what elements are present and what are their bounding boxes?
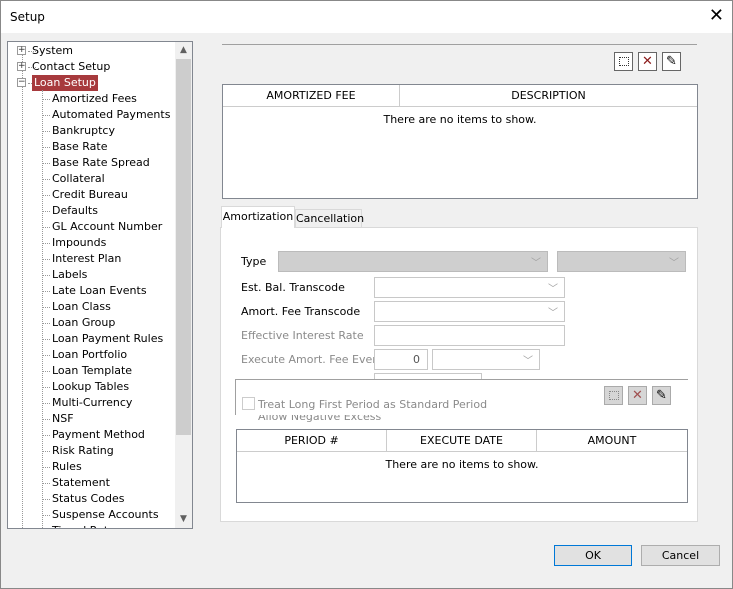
tree-item-label: Base Rate Spread [52, 156, 150, 169]
tree-item-label: Loan Portfolio [52, 348, 128, 361]
setup-dialog: Setup ✕ + System + Contact Setup − Loan Setup… [0, 0, 733, 589]
chevron-down-icon: ﹀ [523, 356, 533, 367]
tree-item-label: Statement [52, 476, 110, 489]
delete-icon: ✕ [632, 388, 643, 403]
execute-amort-fee-label: Execute Amort. Fee Every [241, 353, 384, 366]
tree-item-label: Tiered Rates [52, 523, 121, 528]
tree-item-label: Payment Method [52, 428, 145, 441]
scroll-thumb[interactable] [176, 59, 191, 435]
chevron-down-icon: ﹀ [531, 258, 541, 269]
new-icon [618, 57, 629, 66]
tree-item-label: Risk Rating [52, 444, 114, 457]
close-icon[interactable]: ✕ [709, 5, 724, 26]
new-period-button[interactable] [604, 386, 623, 405]
est-bal-transcode-label: Est. Bal. Transcode [241, 281, 345, 294]
column-header-amount[interactable]: AMOUNT [537, 430, 687, 452]
empty-message: There are no items to show. [385, 458, 539, 471]
chevron-down-icon: ﹀ [548, 284, 558, 295]
tab-cancellation[interactable]: Cancellation [295, 209, 364, 227]
tree-item-label: Base Rate [52, 140, 108, 153]
tree-item-label: Amortized Fees [52, 92, 137, 105]
column-header-description[interactable]: DESCRIPTION [400, 85, 697, 107]
edit-period-button[interactable]: ✎ [652, 386, 671, 405]
tree-item-label: Multi-Currency [52, 396, 133, 409]
scroll-up-icon[interactable]: ▲ [175, 42, 192, 59]
tree-item-label: Defaults [52, 204, 98, 217]
tab-amortization[interactable]: Amortization [221, 206, 295, 228]
type-sub-select[interactable]: ﹀ [557, 251, 686, 272]
amort-fee-transcode-label: Amort. Fee Transcode [241, 305, 361, 318]
tree-item-label: Labels [52, 268, 88, 281]
delete-period-button[interactable]: ✕ [628, 386, 647, 405]
chevron-down-icon: ﹀ [669, 258, 679, 269]
tree-item-label: NSF [52, 412, 74, 425]
edit-fee-button[interactable]: ✎ [662, 52, 681, 71]
edit-icon: ✎ [666, 54, 677, 69]
new-icon [608, 391, 619, 400]
window-title: Setup [10, 10, 45, 24]
effective-interest-rate-label: Effective Interest Rate [241, 329, 364, 342]
treat-long-checkbox[interactable] [242, 397, 255, 410]
title-bar: Setup ✕ [1, 1, 732, 33]
delete-icon: ✕ [642, 54, 653, 69]
tree-item-label: Impounds [52, 236, 107, 249]
tree-item-label: GL Account Number [52, 220, 163, 233]
execute-every-input[interactable]: 0 [374, 349, 428, 370]
treat-long-label: Treat Long First Period as Standard Peri… [258, 398, 488, 411]
column-header-execute-date[interactable]: EXECUTE DATE [387, 430, 537, 452]
tree-item-label: Automated Payments [52, 108, 171, 121]
cancel-button[interactable]: Cancel [641, 545, 720, 566]
tree-item-label: Loan Setup [32, 75, 98, 91]
type-label: Type [241, 255, 267, 268]
column-header-period[interactable]: PERIOD # [237, 430, 387, 452]
tree-item-label: Loan Template [52, 364, 133, 377]
delete-fee-button[interactable]: ✕ [638, 52, 657, 71]
empty-message: There are no items to show. [383, 113, 537, 126]
tree-item-label: Status Codes [52, 492, 125, 505]
amortized-fees-grid[interactable]: AMORTIZED FEE DESCRIPTION There are no i… [222, 84, 698, 199]
amort-fee-transcode-select[interactable]: ﹀ [374, 301, 565, 322]
chevron-down-icon: ﹀ [548, 308, 558, 319]
tree-item-label: Late Loan Events [52, 284, 147, 297]
est-bal-transcode-select[interactable]: ﹀ [374, 277, 565, 298]
tree-item-label: Collateral [52, 172, 105, 185]
tree-item-label: Bankruptcy [52, 124, 115, 137]
allow-negative-row: Allow Negative Excess [241, 415, 441, 427]
allow-negative-label: Allow Negative Excess [258, 415, 382, 423]
tree-item-label: Credit Bureau [52, 188, 128, 201]
column-header-amortized-fee[interactable]: AMORTIZED FEE [223, 85, 400, 107]
expand-icon[interactable]: + [17, 46, 26, 55]
type-select[interactable]: ﹀ [278, 251, 548, 272]
tree-item-label: Loan Group [52, 316, 116, 329]
expand-icon[interactable]: + [17, 62, 26, 71]
tree-scrollbar[interactable]: ▲ ▼ [175, 42, 192, 528]
new-fee-button[interactable] [614, 52, 633, 71]
scroll-down-icon[interactable]: ▼ [175, 511, 192, 528]
effective-interest-rate-input[interactable] [374, 325, 565, 346]
tree-item-label: Interest Plan [52, 252, 122, 265]
execute-period-select[interactable]: ﹀ [432, 349, 540, 370]
collapse-icon[interactable]: − [17, 78, 26, 87]
tree-item-label: Rules [52, 460, 82, 473]
tree-item-label: System [32, 44, 74, 57]
tree-item-label: Contact Setup [32, 60, 111, 73]
tree-item-label: Loan Class [52, 300, 111, 313]
edit-icon: ✎ [656, 388, 667, 403]
period-grid[interactable]: PERIOD # EXECUTE DATE AMOUNT There are n… [236, 429, 688, 503]
ok-button[interactable]: OK [554, 545, 632, 566]
divider [222, 44, 697, 45]
tree-item-label: Lookup Tables [52, 380, 130, 393]
setup-tree[interactable]: + System + Contact Setup − Loan Setup Amortize… [7, 41, 193, 529]
tree-item-label: Loan Payment Rules [52, 332, 164, 345]
tree-item-label: Suspense Accounts [52, 508, 159, 521]
